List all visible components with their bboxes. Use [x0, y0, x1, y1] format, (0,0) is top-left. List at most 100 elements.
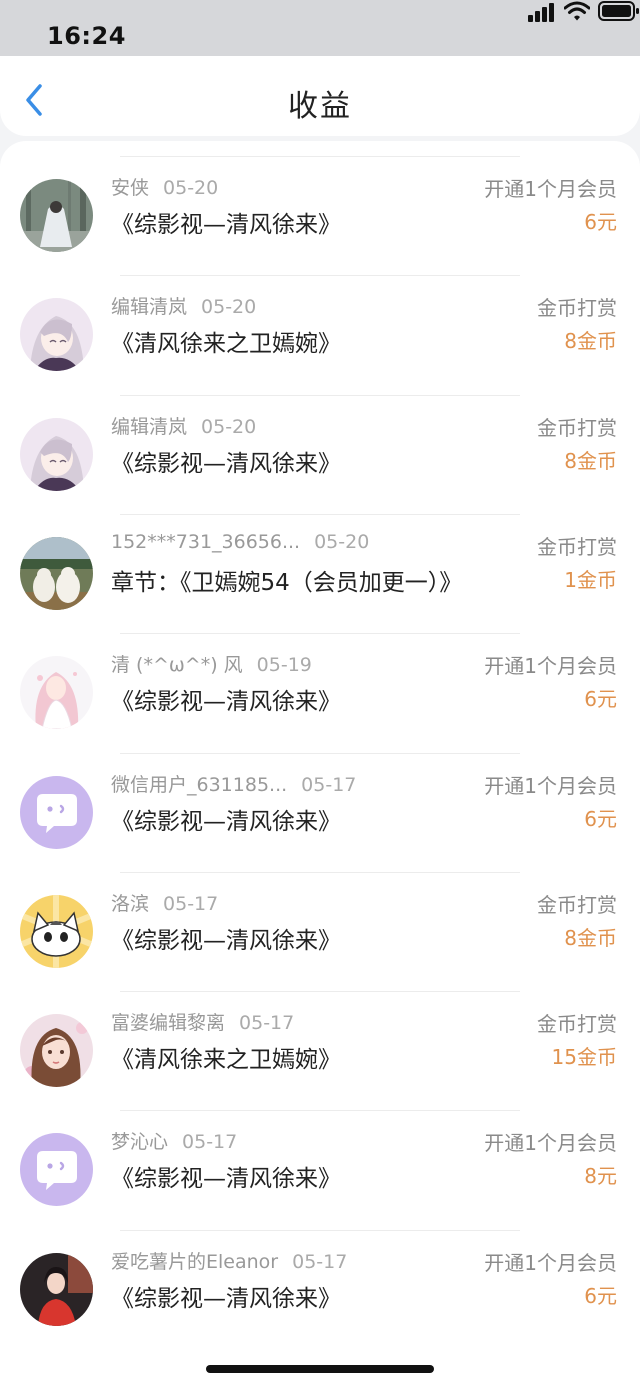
record-date: 05-17 [292, 1251, 348, 1273]
user-name: 编辑清岚 [111, 296, 188, 318]
battery-icon [598, 1, 639, 21]
earning-type: 金币打赏 [537, 893, 617, 917]
row-divider [120, 275, 520, 276]
user-avatar[interactable] [20, 1133, 93, 1206]
user-avatar[interactable] [20, 656, 93, 729]
earning-record-row[interactable]: 爱吃薯片的Eleanor 05-17 《综影视—清风徐来》 开通1个月会员 6元 [0, 1230, 640, 1349]
row-divider [120, 514, 520, 515]
user-name-line: 微信用户_631185... 05-17 [111, 770, 451, 797]
earning-record-row[interactable]: 微信用户_631185... 05-17 《综影视—清风徐来》 开通1个月会员 6元 [0, 753, 640, 872]
book-title: 《综影视—清风徐来》 [111, 451, 341, 477]
earning-record-row[interactable]: 编辑清岚 05-20 《综影视—清风徐来》 金币打赏 8金币 [0, 395, 640, 514]
book-title: 《清风徐来之卫嫣婉》 [111, 1047, 341, 1073]
earning-record-row[interactable]: 梦沁心 05-17 《综影视—清风徐来》 开通1个月会员 8元 [0, 1110, 640, 1229]
earning-amount: 8金币 [564, 449, 617, 473]
row-divider [120, 991, 520, 992]
user-name: 152***731_36656... [111, 531, 301, 553]
row-divider [120, 633, 520, 634]
user-avatar[interactable] [20, 1014, 93, 1087]
book-title: 《综影视—清风徐来》 [111, 212, 341, 238]
earning-record-row[interactable]: 152***731_36656... 05-20 章节：《卫嫣婉54（会员加更一）》… [0, 514, 640, 633]
pink-hair-girl-avatar [20, 656, 93, 729]
book-title: 章节：《卫嫣婉54（会员加更一）》 [111, 570, 463, 596]
status-bar: 16:24 [0, 0, 640, 56]
earning-record-row[interactable]: 安侠 05-20 《综影视—清风徐来》 开通1个月会员 6元 [0, 156, 640, 275]
user-avatar[interactable] [20, 418, 93, 491]
earning-type: 开通1个月会员 [484, 1131, 617, 1155]
user-name-line: 编辑清岚 05-20 [111, 292, 451, 319]
two-dogs-avatar [20, 537, 93, 610]
home-indicator [206, 1365, 434, 1373]
row-divider [120, 753, 520, 754]
earning-record-row[interactable]: 洛滨 05-17 《综影视—清风徐来》 金币打赏 8金币 [0, 872, 640, 991]
earning-type: 金币打赏 [537, 535, 617, 559]
book-title: 《清风徐来之卫嫣婉》 [111, 331, 341, 357]
row-divider [120, 395, 520, 396]
user-name: 微信用户_631185... [111, 774, 288, 796]
user-avatar[interactable] [20, 179, 93, 252]
user-name: 梦沁心 [111, 1131, 169, 1153]
book-title: 《综影视—清风徐来》 [111, 1286, 341, 1312]
user-name-line: 梦沁心 05-17 [111, 1127, 451, 1154]
earning-type: 开通1个月会员 [484, 774, 617, 798]
status-time: 16:24 [47, 22, 126, 50]
earning-amount: 6元 [584, 807, 617, 831]
book-title: 《综影视—清风徐来》 [111, 689, 341, 715]
earning-amount: 6元 [584, 210, 617, 234]
chat-bubble-avatar [20, 776, 93, 849]
forest-girl-avatar [20, 179, 93, 252]
earning-amount: 6元 [584, 1284, 617, 1308]
user-name: 清 (*^ω^*) 风 [111, 654, 243, 676]
navigation-bar: 收益 [0, 56, 640, 136]
wifi-icon [564, 1, 590, 21]
earning-record-row[interactable]: 编辑清岚 05-20 《清风徐来之卫嫣婉》 金币打赏 8金币 [0, 275, 640, 394]
brown-hair-girl-avatar [20, 1014, 93, 1087]
anime-silver-hair-avatar [20, 418, 93, 491]
record-date: 05-17 [182, 1131, 238, 1153]
earning-amount: 8元 [584, 1164, 617, 1188]
user-name-line: 爱吃薯片的Eleanor 05-17 [111, 1247, 451, 1274]
earning-amount: 1金币 [564, 568, 617, 592]
book-title: 《综影视—清风徐来》 [111, 809, 341, 835]
user-avatar[interactable] [20, 776, 93, 849]
earning-amount: 6元 [584, 687, 617, 711]
book-title: 《综影视—清风徐来》 [111, 928, 341, 954]
earning-amount: 8金币 [564, 926, 617, 950]
record-date: 05-17 [301, 774, 357, 796]
user-avatar[interactable] [20, 537, 93, 610]
page-title: 收益 [288, 89, 352, 124]
row-divider [120, 872, 520, 873]
record-date: 05-20 [201, 416, 257, 438]
cellular-signal-icon [528, 2, 556, 22]
user-name: 爱吃薯片的Eleanor [111, 1251, 279, 1273]
record-date: 05-20 [201, 296, 257, 318]
earning-type: 开通1个月会员 [484, 177, 617, 201]
chat-bubble-avatar [20, 1133, 93, 1206]
earning-type: 开通1个月会员 [484, 654, 617, 678]
earning-type: 金币打赏 [537, 1012, 617, 1036]
user-name-line: 152***731_36656... 05-20 [111, 531, 451, 553]
row-divider [120, 156, 520, 157]
earnings-list: 安侠 05-20 《综影视—清风徐来》 开通1个月会员 6元 编辑清岚 05-20 《清风徐来… [0, 141, 640, 1385]
earning-type: 金币打赏 [537, 416, 617, 440]
user-avatar[interactable] [20, 895, 93, 968]
earning-type: 开通1个月会员 [484, 1251, 617, 1275]
user-name-line: 安侠 05-20 [111, 173, 451, 200]
earning-type: 金币打赏 [537, 296, 617, 320]
user-name-line: 清 (*^ω^*) 风 05-19 [111, 650, 451, 677]
record-date: 05-17 [239, 1012, 295, 1034]
earning-amount: 8金币 [564, 329, 617, 353]
record-date: 05-20 [163, 177, 219, 199]
earning-amount: 15金币 [551, 1045, 617, 1069]
earning-record-row[interactable]: 富婆编辑黎离 05-17 《清风徐来之卫嫣婉》 金币打赏 15金币 [0, 991, 640, 1110]
record-date: 05-19 [256, 654, 312, 676]
user-avatar[interactable] [20, 1253, 93, 1326]
earning-record-row[interactable]: 清 (*^ω^*) 风 05-19 《综影视—清风徐来》 开通1个月会员 6元 [0, 633, 640, 752]
user-name-line: 洛滨 05-17 [111, 889, 451, 916]
user-avatar[interactable] [20, 298, 93, 371]
anime-silver-hair-avatar [20, 298, 93, 371]
record-date: 05-20 [314, 531, 370, 553]
user-name: 编辑清岚 [111, 416, 188, 438]
user-name: 洛滨 [111, 893, 150, 915]
user-name-line: 富婆编辑黎离 05-17 [111, 1008, 451, 1035]
